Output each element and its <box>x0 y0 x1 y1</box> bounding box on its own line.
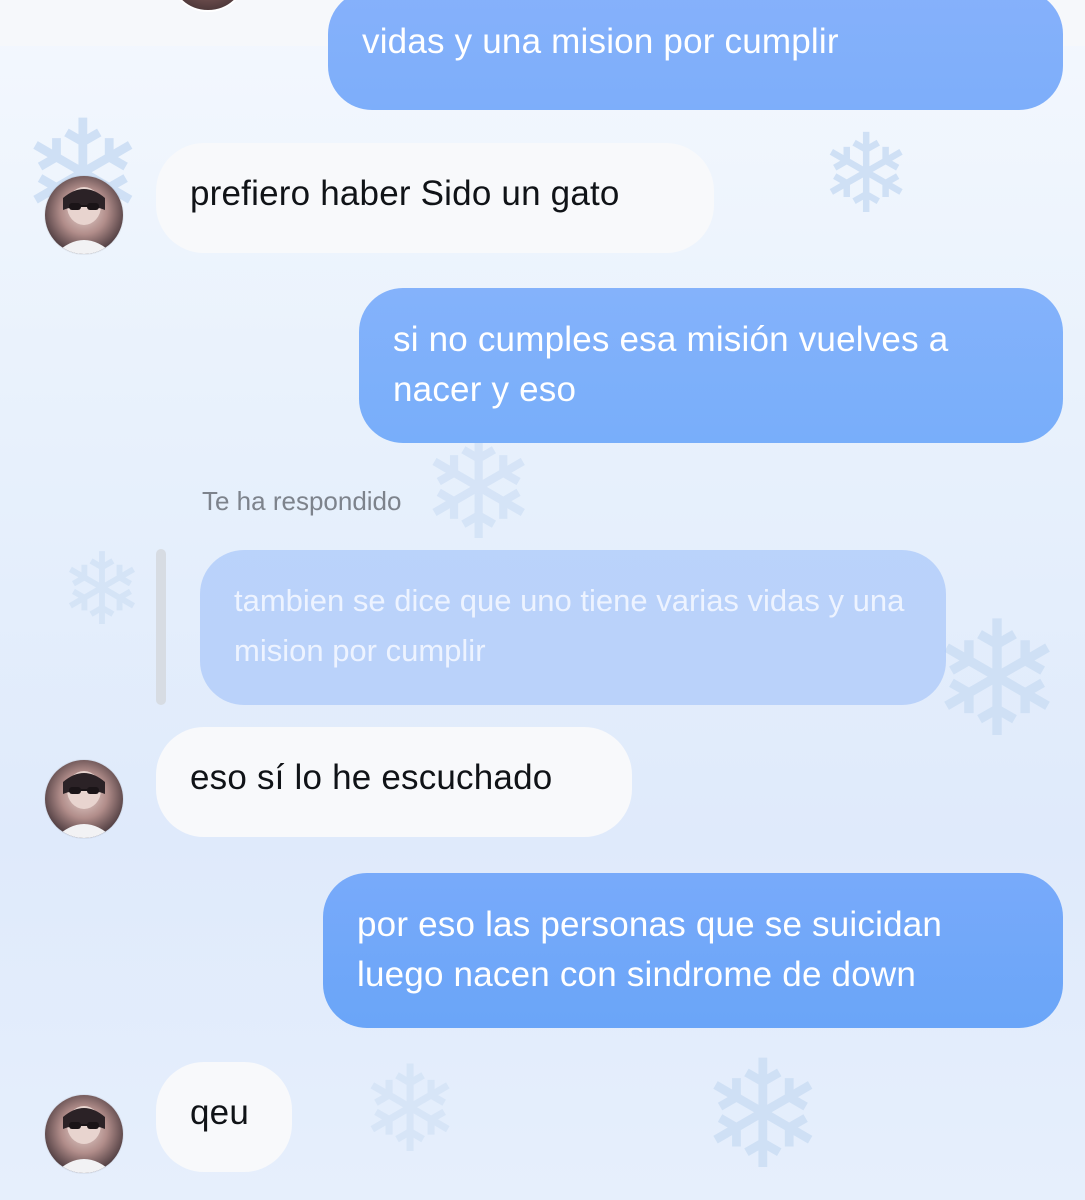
avatar-icon[interactable] <box>45 1095 123 1173</box>
quoted-message-text: tambien se dice que uno tiene varias vid… <box>234 583 905 668</box>
message-bubble-sent[interactable]: si no cumples esa misión vuelves a nacer… <box>359 288 1063 443</box>
snowflake-icon: ❄ <box>360 1043 461 1177</box>
avatar-icon[interactable] <box>45 176 123 254</box>
message-bubble-received[interactable]: qeu <box>156 1062 292 1172</box>
message-bubble-sent[interactable]: vidas y una mision por cumplir <box>328 0 1063 110</box>
message-text: eso sí lo he escuchado <box>190 758 553 797</box>
snowflake-icon: ❄ <box>930 590 1065 769</box>
message-text: si no cumples esa misión vuelves a nacer… <box>393 320 949 409</box>
message-text: vidas y una mision por cumplir <box>362 22 839 61</box>
snowflake-icon: ❄ <box>700 1031 826 1199</box>
message-bubble-sent[interactable]: por eso las personas que se suicidan lue… <box>323 873 1063 1028</box>
message-text: por eso las personas que se suicidan lue… <box>357 905 943 994</box>
reply-label: Te ha respondido <box>202 486 402 516</box>
message-text: qeu <box>190 1093 249 1132</box>
snowflake-icon: ❄ <box>820 113 913 236</box>
message-bubble-received[interactable]: prefiero haber Sido un gato <box>156 143 714 253</box>
snowflake-icon: ❄ <box>60 534 144 646</box>
message-text: prefiero haber Sido un gato <box>190 174 620 213</box>
reply-bar <box>156 549 166 705</box>
avatar-icon[interactable] <box>45 760 123 838</box>
quoted-message-bubble[interactable]: tambien se dice que uno tiene varias vid… <box>200 550 946 705</box>
message-bubble-received[interactable]: eso sí lo he escuchado <box>156 727 632 837</box>
